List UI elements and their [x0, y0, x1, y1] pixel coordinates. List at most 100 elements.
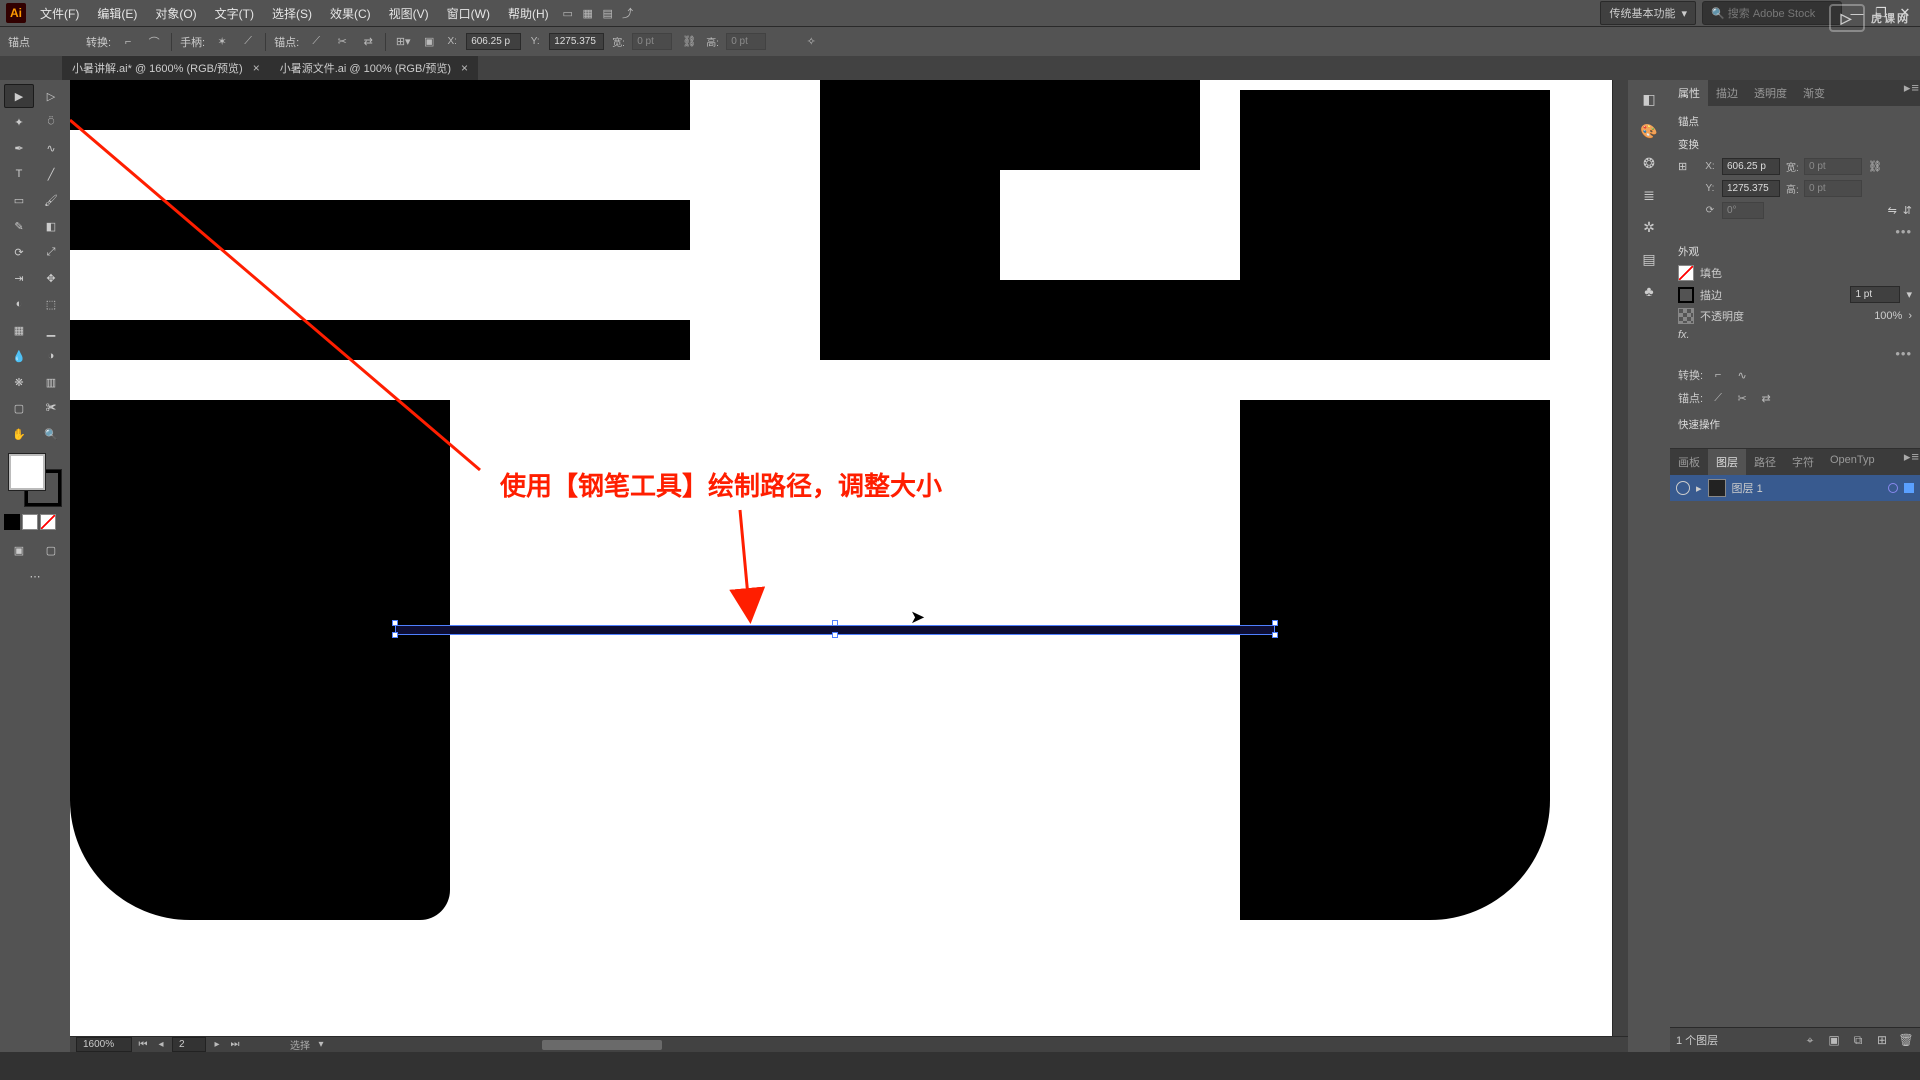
zoom-readout[interactable]	[76, 1037, 132, 1052]
selection-handle[interactable]	[832, 632, 838, 638]
menu-effect[interactable]: 效果(C)	[322, 1, 379, 26]
opacity-swatch[interactable]	[1678, 308, 1694, 324]
next-artboard-icon[interactable]: ▸	[210, 1038, 224, 1052]
window-restore[interactable]: ❐	[1872, 4, 1890, 22]
tab-opentype[interactable]: OpenTyp	[1822, 449, 1883, 475]
menu-file[interactable]: 文件(F)	[32, 1, 87, 26]
anchor-join-icon[interactable]: ⇄	[1757, 389, 1775, 407]
workspace-switcher[interactable]: 传统基本功能 ▾	[1600, 1, 1696, 25]
delete-layer-icon[interactable]: 🗑	[1898, 1032, 1914, 1048]
panel-menu-icon[interactable]: ▸≡	[1904, 449, 1920, 475]
tab-paths[interactable]: 路径	[1746, 449, 1784, 475]
handle-hide-icon[interactable]: ⟋	[239, 33, 257, 51]
libraries-panel-icon[interactable]: ♣	[1636, 278, 1662, 304]
slice-tool[interactable]: ✀	[36, 396, 66, 420]
gradient-tool[interactable]: ▁	[36, 318, 66, 342]
selection-handle[interactable]	[1272, 632, 1278, 638]
selection-handle[interactable]	[1272, 620, 1278, 626]
direct-selection-tool[interactable]: ▷	[36, 84, 66, 108]
selection-handle[interactable]	[392, 632, 398, 638]
menu-window[interactable]: 窗口(W)	[439, 1, 498, 26]
edit-toolbar-icon[interactable]: ⋯	[20, 564, 50, 588]
rotate-tool[interactable]: ⟳	[4, 240, 34, 264]
menu-select[interactable]: 选择(S)	[264, 1, 320, 26]
close-tab-icon[interactable]: ×	[253, 61, 260, 75]
convert-smooth-icon[interactable]: ∿	[1733, 366, 1751, 384]
color-panel-icon[interactable]: ◧	[1636, 86, 1662, 112]
isolate-icon[interactable]: ✧	[802, 33, 820, 51]
window-close[interactable]: ✕	[1896, 4, 1914, 22]
prop-angle-field[interactable]	[1722, 202, 1764, 219]
share-icon[interactable]: ⤴	[619, 4, 637, 22]
menu-help[interactable]: 帮助(H)	[500, 1, 557, 26]
color-mode-gradient[interactable]	[22, 514, 38, 530]
prop-w-field[interactable]	[1804, 158, 1862, 175]
reference-point-icon[interactable]: ▣	[420, 33, 438, 51]
artboard-index[interactable]	[172, 1037, 206, 1052]
convert-corner-icon[interactable]: ⌐	[119, 33, 137, 51]
menu-view[interactable]: 视图(V)	[381, 1, 437, 26]
last-artboard-icon[interactable]: ⏭	[228, 1038, 242, 1052]
convert-smooth-icon[interactable]: ⌒	[145, 33, 163, 51]
screen-mode-normal[interactable]: ▣	[4, 538, 34, 562]
pen-tool[interactable]: ✒	[4, 136, 34, 160]
mesh-tool[interactable]: ▦	[4, 318, 34, 342]
eraser-tool[interactable]: ◧	[36, 214, 66, 238]
magic-wand-tool[interactable]: ✦	[4, 110, 34, 134]
chevron-down-icon[interactable]: ▾	[1906, 288, 1912, 301]
stroke-panel-icon[interactable]: ▤	[1636, 246, 1662, 272]
link-wh-icon[interactable]: ⛓	[1868, 160, 1882, 173]
h-field[interactable]	[726, 33, 766, 50]
anchor-remove-icon[interactable]: ⟋	[1709, 389, 1727, 407]
expand-layer-icon[interactable]: ▸	[1696, 482, 1702, 495]
fill-stroke-swatch[interactable]	[9, 454, 61, 506]
type-tool[interactable]: T	[4, 162, 34, 186]
free-transform-tool[interactable]: ✥	[36, 266, 66, 290]
vertical-scrollbar[interactable]	[1612, 80, 1628, 1036]
fx-label[interactable]: fx.	[1678, 329, 1690, 341]
curvature-tool[interactable]: ∿	[36, 136, 66, 160]
link-wh-icon[interactable]: ⛓	[680, 33, 698, 51]
tab-transparency[interactable]: 透明度	[1746, 80, 1795, 106]
color-mode-solid[interactable]	[4, 514, 20, 530]
artboard-tool[interactable]: ▢	[4, 396, 34, 420]
locate-layer-icon[interactable]: ⌖	[1802, 1032, 1818, 1048]
screen-mode-full[interactable]: ▢	[36, 538, 66, 562]
x-field[interactable]	[466, 33, 521, 50]
tab-stroke[interactable]: 描边	[1708, 80, 1746, 106]
tab-artboards[interactable]: 画板	[1670, 449, 1708, 475]
document-tab[interactable]: 小暑讲解.ai* @ 1600% (RGB/预览) ×	[62, 55, 270, 80]
symbol-sprayer-tool[interactable]: ❋	[4, 370, 34, 394]
canvas-viewport[interactable]: ➤ 使用【钢笔工具】绘制路径，调整大小 ⏮ ◂ ▸ ⏭ 选择 ▾	[70, 80, 1628, 1052]
tab-character[interactable]: 字符	[1784, 449, 1822, 475]
layer-row[interactable]: ▸ 图层 1	[1670, 475, 1920, 501]
first-artboard-icon[interactable]: ⏮	[136, 1038, 150, 1052]
w-field[interactable]	[632, 33, 672, 50]
zoom-tool[interactable]: 🔍	[36, 422, 66, 446]
chevron-down-icon[interactable]: ▾	[314, 1038, 328, 1052]
line-tool[interactable]: ╱	[36, 162, 66, 186]
tab-gradient[interactable]: 渐变	[1795, 80, 1833, 106]
scroll-thumb[interactable]	[542, 1040, 662, 1050]
paintbrush-tool[interactable]: 🖌	[36, 188, 66, 212]
blend-tool[interactable]: ◑	[36, 344, 66, 368]
make-clipmask-icon[interactable]: ▣	[1826, 1032, 1842, 1048]
brushes-panel-icon[interactable]: ≣	[1636, 182, 1662, 208]
prop-y-field[interactable]	[1722, 180, 1780, 197]
graph-tool[interactable]: ▥	[36, 370, 66, 394]
layout-icon[interactable]: ▤	[599, 4, 617, 22]
cloud-doc-icon[interactable]: ▭	[559, 4, 577, 22]
stroke-weight-field[interactable]	[1850, 286, 1900, 303]
anchor-remove-icon[interactable]: ⟋	[307, 33, 325, 51]
panel-menu-icon[interactable]: ▸≡	[1904, 80, 1920, 106]
reference-point-grid[interactable]: ⊞	[1678, 160, 1698, 173]
convert-corner-icon[interactable]: ⌐	[1709, 366, 1727, 384]
tab-layers[interactable]: 图层	[1708, 449, 1746, 475]
stroke-swatch[interactable]	[1678, 287, 1694, 303]
menu-edit[interactable]: 编辑(E)	[89, 1, 145, 26]
rectangle-tool[interactable]: ▭	[4, 188, 34, 212]
arrange-icon[interactable]: ▦	[579, 4, 597, 22]
new-layer-icon[interactable]: ⊞	[1874, 1032, 1890, 1048]
more-options-icon[interactable]: •••	[1895, 346, 1912, 361]
new-sublayer-icon[interactable]: ⧉	[1850, 1032, 1866, 1048]
